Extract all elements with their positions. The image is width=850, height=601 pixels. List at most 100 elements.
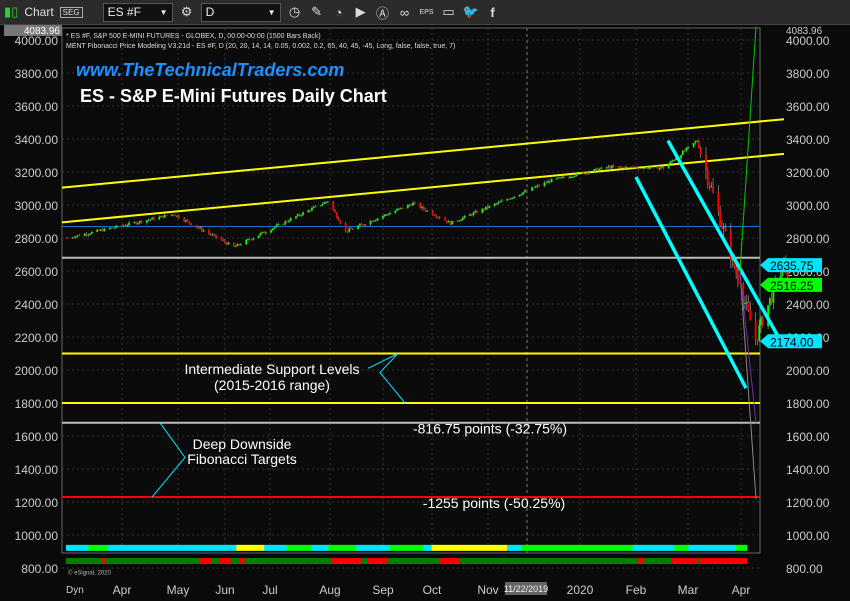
candle-body (346, 230, 349, 232)
candle-body (483, 208, 485, 210)
candle-body (744, 302, 746, 304)
gear-icon[interactable]: ⚙ (179, 4, 195, 20)
candle-body (170, 214, 173, 216)
candle-body (445, 220, 448, 223)
candle-body (358, 224, 361, 226)
indicator-bar-segment (356, 544, 391, 551)
eps-icon[interactable]: EPS (419, 9, 435, 16)
x-tick-label: Jun (215, 583, 234, 597)
interval-input[interactable]: D ▼ (200, 2, 281, 22)
indicator-bar-segment (367, 558, 388, 565)
clock-icon[interactable]: ◷ (287, 4, 303, 20)
candle-body (325, 201, 328, 203)
symbol-input[interactable]: ES #F ▼ (102, 2, 173, 22)
y-tick-label-right: 1200.00 (786, 496, 830, 510)
candle-body (410, 204, 413, 206)
candle-body (642, 167, 645, 169)
candle-body (555, 178, 558, 180)
candle-body (277, 223, 280, 226)
candle-body (509, 198, 512, 200)
candle-body (646, 167, 649, 169)
candle-body (227, 242, 230, 245)
twitter-icon[interactable]: 🐦 (463, 4, 479, 20)
candle-body (671, 160, 674, 162)
candle-body (174, 214, 177, 217)
candle-body (96, 229, 99, 232)
candle-body (383, 214, 386, 217)
facebook-icon[interactable]: f (485, 5, 501, 20)
annotation-support-range: (2015-2016 range) (214, 377, 330, 393)
candle-body (406, 204, 409, 209)
candle-body (362, 224, 365, 226)
indicator-bar-segment (638, 558, 645, 565)
candle-body (474, 211, 477, 213)
candle-body (149, 219, 152, 221)
chevron-down-icon: ▼ (159, 7, 168, 17)
candle-body (623, 167, 626, 169)
plot-area (61, 27, 761, 554)
candle-body (710, 186, 713, 188)
candle-body (644, 167, 647, 169)
candle-body (625, 166, 627, 169)
watermark-url: www.TheTechnicalTraders.com (76, 60, 344, 80)
candle-body (163, 215, 166, 218)
play-icon[interactable]: ▶ (353, 4, 369, 20)
candle-body (344, 223, 347, 231)
candle-body (401, 207, 404, 209)
candle-body (685, 147, 688, 151)
candle-body (211, 234, 214, 236)
alert-icon[interactable]: Ⓐ (375, 3, 391, 22)
candle-body (536, 185, 539, 187)
link-icon[interactable]: ∞ (397, 5, 413, 20)
candle-body (437, 217, 439, 219)
candle-body (89, 233, 91, 235)
candle-body (520, 194, 523, 196)
trend-icon[interactable]: ◔ (331, 5, 347, 20)
candle-body (612, 165, 615, 167)
pencil-icon[interactable]: ✎ (309, 4, 325, 20)
candle-body (389, 213, 391, 215)
candle-body (717, 192, 720, 211)
candle-body (126, 225, 129, 227)
candle-body (108, 228, 111, 230)
y-tick-label-right: 1000.00 (786, 529, 830, 543)
candle-body (667, 163, 670, 169)
candle-body (275, 225, 278, 228)
interval-value: D (205, 5, 215, 19)
candle-body (538, 185, 541, 187)
candle-body (114, 227, 116, 229)
link-badge[interactable]: SEG (59, 6, 83, 18)
candle-body (263, 231, 265, 234)
candle-body (364, 224, 367, 226)
candle-body (398, 208, 400, 210)
candle-body (719, 210, 722, 226)
x-tick-label: Apr (732, 583, 751, 597)
top-value-right: 4083.96 (786, 26, 823, 37)
y-tick-label-left: 2600.00 (15, 265, 59, 279)
candle-body (559, 177, 562, 179)
candle-body (660, 167, 663, 169)
candle-body (632, 166, 635, 168)
candle-body (568, 177, 571, 179)
candle-body (394, 210, 397, 214)
indicator-bar-segment (66, 544, 89, 551)
comment-icon[interactable]: ▭ (441, 4, 457, 20)
y-tick-label-left: 800.00 (21, 562, 58, 576)
price-chart[interactable]: 4000.00 4000.003800.00 3800.003600.00 3600.… (0, 24, 850, 601)
app-label: Chart (24, 5, 54, 19)
candle-body (289, 218, 292, 222)
candle-body (190, 223, 193, 226)
candle-body (609, 166, 612, 169)
candle-body (424, 209, 427, 211)
y-tick-label-left: 3200.00 (15, 166, 59, 180)
x-tick-label: Mar (678, 583, 699, 597)
candle-body (78, 235, 81, 237)
candle-body (756, 339, 759, 341)
candle-body (548, 181, 551, 183)
candle-body (619, 166, 622, 168)
candle-body (112, 227, 115, 229)
indicator-bar-segment (506, 544, 522, 551)
candle-body (385, 214, 388, 216)
indicator-bar-segment (520, 544, 633, 551)
candle-body (309, 210, 312, 212)
